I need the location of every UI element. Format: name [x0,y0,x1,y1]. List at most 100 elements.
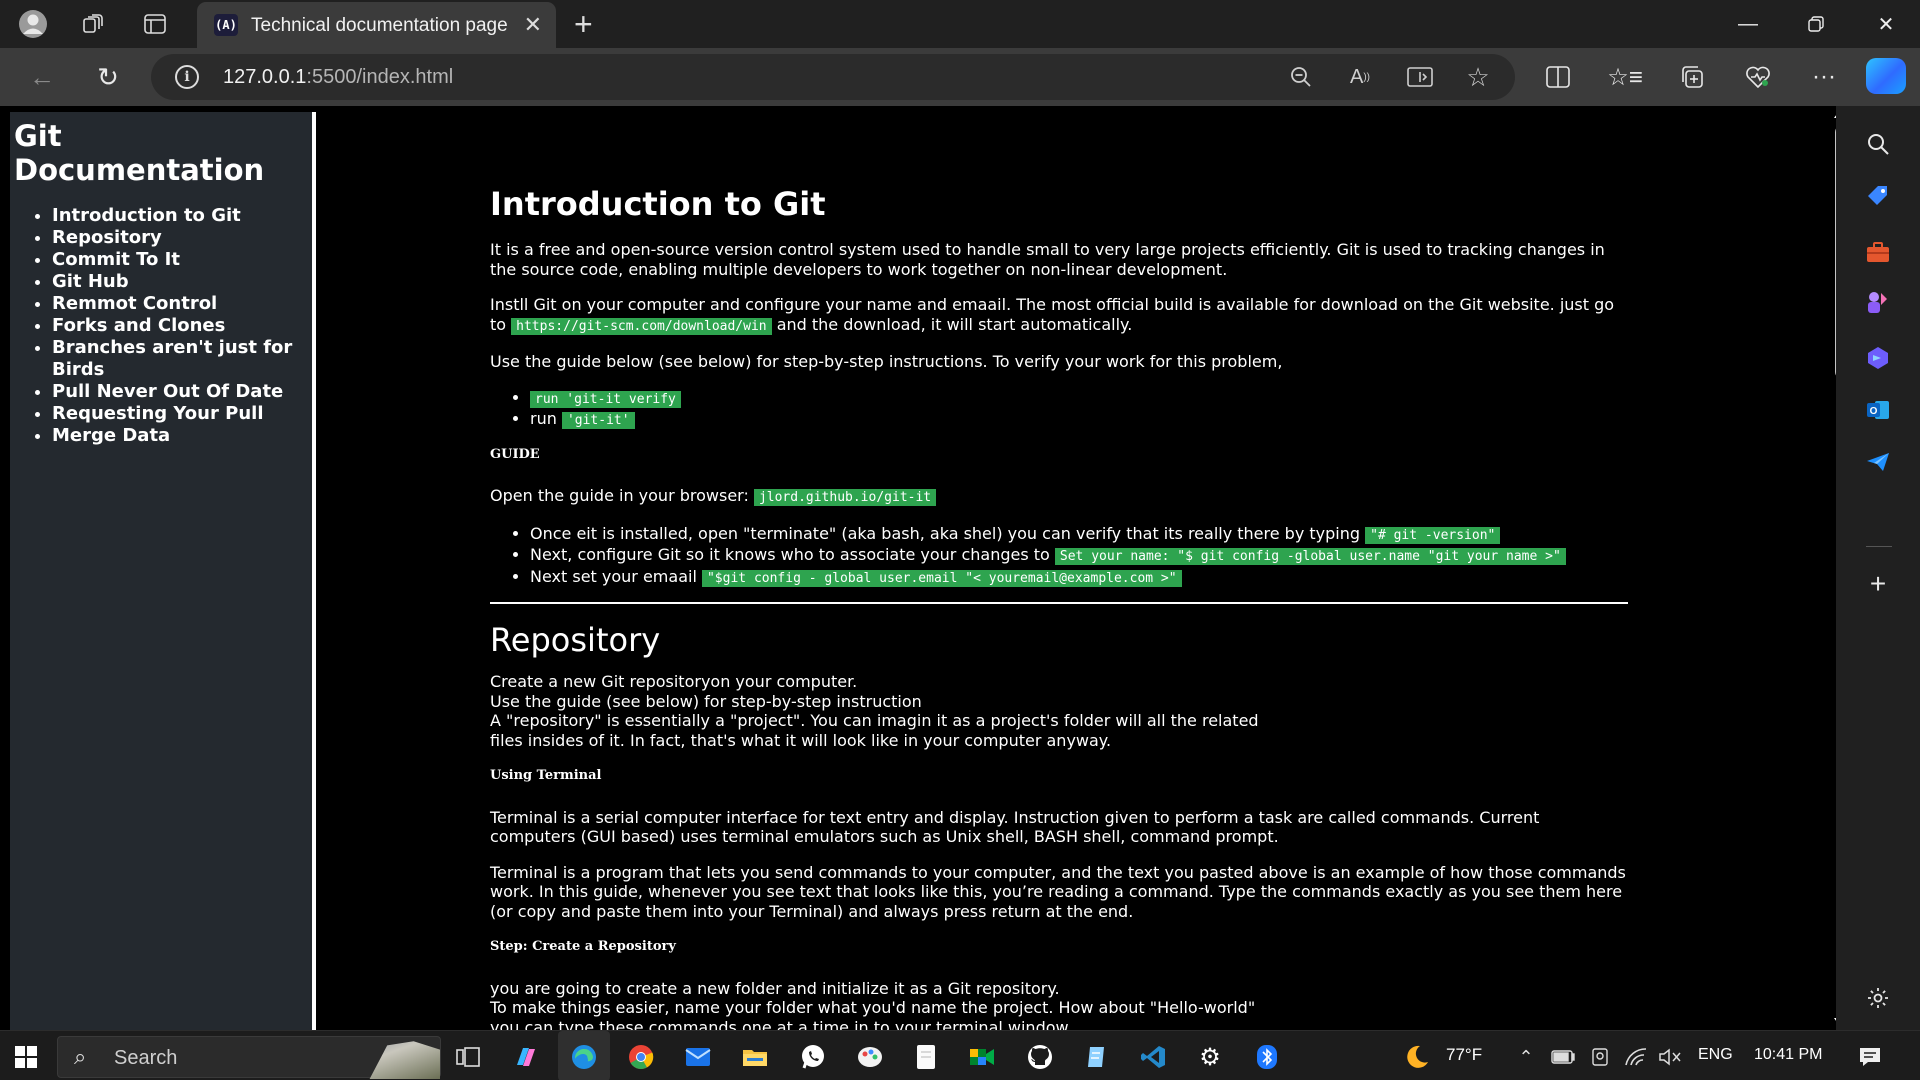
new-tab-icon[interactable]: + [574,6,593,43]
paragraph: you are going to create a new folder and… [490,979,1628,1031]
steps-list: Once eit is installed, open "terminate" … [530,524,1628,589]
camera-icon[interactable] [1582,1039,1618,1075]
immersive-reader-icon[interactable] [1403,62,1437,92]
taskbar-search[interactable]: ⌕ Search [57,1036,441,1079]
clock-time[interactable]: 10:41 PM [1754,1046,1822,1064]
notepad-icon[interactable] [908,1039,944,1075]
split-screen-icon[interactable] [1538,58,1578,96]
settings-app-icon[interactable]: ⚙ [1192,1039,1228,1075]
nav-link[interactable]: Introduction to Git [52,205,241,226]
profile-icon[interactable] [16,8,50,40]
paint-app-icon[interactable] [852,1039,888,1075]
text: and the download, it will start automati… [771,314,1133,334]
edge-browser-icon[interactable] [566,1039,602,1075]
close-window-icon[interactable]: ✕ [1852,0,1920,48]
favorites-icon[interactable]: ☆≡ [1605,58,1645,96]
nav-link[interactable]: Remmot Control [52,293,217,314]
text: files insides of it. In fact, that's wha… [490,730,1112,750]
nav-link[interactable]: Requesting Your Pull [52,403,263,424]
vscode-icon[interactable] [1135,1039,1171,1075]
main-doc: Introduction to Git It is a free and ope… [490,184,1628,1030]
nav-link[interactable]: Repository [52,227,162,248]
nav-item-github: Git Hub [52,271,312,293]
refresh-icon[interactable]: ↻ [88,58,128,96]
close-tab-icon[interactable]: ✕ [524,12,542,38]
nav-item-merge: Merge Data [52,425,312,447]
wifi-icon[interactable] [1618,1039,1654,1075]
task-view-icon[interactable] [450,1039,486,1075]
volume-muted-icon[interactable] [1652,1039,1688,1075]
nav-item-commit: Commit To It [52,249,312,271]
copilot-sidebar-icon[interactable] [1858,338,1898,378]
nav-item-requesting-pull: Requesting Your Pull [52,403,312,425]
text: Open the guide in your browser: [490,486,754,505]
meet-video-icon[interactable] [964,1039,1000,1075]
weather-temperature[interactable]: 77°F [1446,1045,1482,1065]
paragraph: Create a new Git repositoryon your compu… [490,672,1628,750]
restore-icon[interactable] [1782,0,1850,48]
read-aloud-icon[interactable]: A)) [1343,62,1377,92]
address-bar[interactable]: i 127.0.0.1:5500/index.html A)) ☆ [151,54,1515,100]
zoom-out-icon[interactable] [1284,62,1318,92]
whatsapp-icon[interactable] [795,1039,831,1075]
chevron-up-icon[interactable]: ⌃ [1508,1039,1544,1075]
chrome-icon[interactable] [623,1039,659,1075]
nav-link[interactable]: Branches aren't just for Birds [52,337,292,380]
nav-item-pull: Pull Never Out Of Date [52,381,312,403]
url-text[interactable]: 127.0.0.1:5500/index.html [223,66,453,89]
svg-text:O: O [1870,406,1878,417]
text: Use the guide (see below) for step-by-st… [490,691,922,711]
shopping-tag-icon[interactable] [1858,176,1898,216]
site-info-icon[interactable]: i [175,65,199,89]
outlook-icon[interactable]: O [1858,390,1898,430]
notes-app-icon[interactable] [1078,1039,1114,1075]
mail-icon[interactable] [680,1039,716,1075]
nav-link[interactable]: Pull Never Out Of Date [52,381,283,402]
telegram-send-icon[interactable] [1858,442,1898,482]
tab-technical-documentation[interactable]: (A) Technical documentation page ✕ [197,2,556,48]
notification-icon[interactable] [1852,1039,1888,1075]
file-explorer-icon[interactable] [737,1039,773,1075]
tools-icon[interactable] [1858,232,1898,272]
code-snippet: "$git config - global user.email "< your… [701,569,1182,587]
paragraph: Use the guide below (see below) for step… [490,352,1283,371]
minimize-icon[interactable]: — [1714,0,1782,48]
github-icon[interactable] [1022,1039,1058,1075]
paragraph: Terminal is a serial computer interface … [490,807,1540,847]
text: Create a new Git repositoryon your compu… [490,672,858,691]
page-viewport: Git Documentation Introduction to Git Re… [0,106,1836,1030]
collections-icon[interactable] [1672,58,1712,96]
search-icon[interactable] [1858,124,1898,164]
gear-icon[interactable] [1858,978,1898,1018]
workspaces-icon[interactable] [76,8,110,40]
add-icon[interactable]: + [1858,564,1898,604]
browser-essentials-icon[interactable] [1738,58,1778,96]
code-snippet: https://git-scm.com/download/win [511,317,772,335]
favorite-star-icon[interactable]: ☆ [1461,62,1495,92]
battery-icon[interactable] [1545,1039,1581,1075]
tab-favicon-icon: (A) [214,14,238,36]
copilot-icon[interactable] [1866,58,1906,94]
code-snippet: Set your name: "$ git config -global use… [1054,548,1566,565]
subheading: Using Terminal [490,768,602,783]
nav-link[interactable]: Git Hub [52,271,129,292]
list-item: Once eit is installed, open "terminate" … [530,524,1628,546]
copilot-taskbar-icon[interactable] [508,1039,544,1075]
weather-moon-icon[interactable] [1398,1039,1434,1075]
games-icon[interactable] [1858,282,1898,322]
language-indicator[interactable]: ENG [1698,1046,1733,1064]
address-bar-row: ← ↻ i 127.0.0.1:5500/index.html A)) ☆ ☆≡… [0,48,1920,106]
tab-actions-icon[interactable] [138,8,172,40]
section-heading: Repository [490,621,661,659]
settings-more-icon[interactable]: ··· [1804,58,1844,96]
windows-start-icon[interactable] [8,1039,44,1075]
back-icon[interactable]: ← [22,58,62,96]
text: run [530,409,562,428]
bluetooth-app-icon[interactable] [1249,1039,1285,1075]
nav-link[interactable]: Forks and Clones [52,315,225,336]
sidebar-divider [1866,546,1892,547]
nav-item-introduction: Introduction to Git [52,205,312,227]
list-item: run 'git-it verify [530,388,1628,410]
nav-link[interactable]: Merge Data [52,425,170,446]
nav-link[interactable]: Commit To It [52,249,180,270]
